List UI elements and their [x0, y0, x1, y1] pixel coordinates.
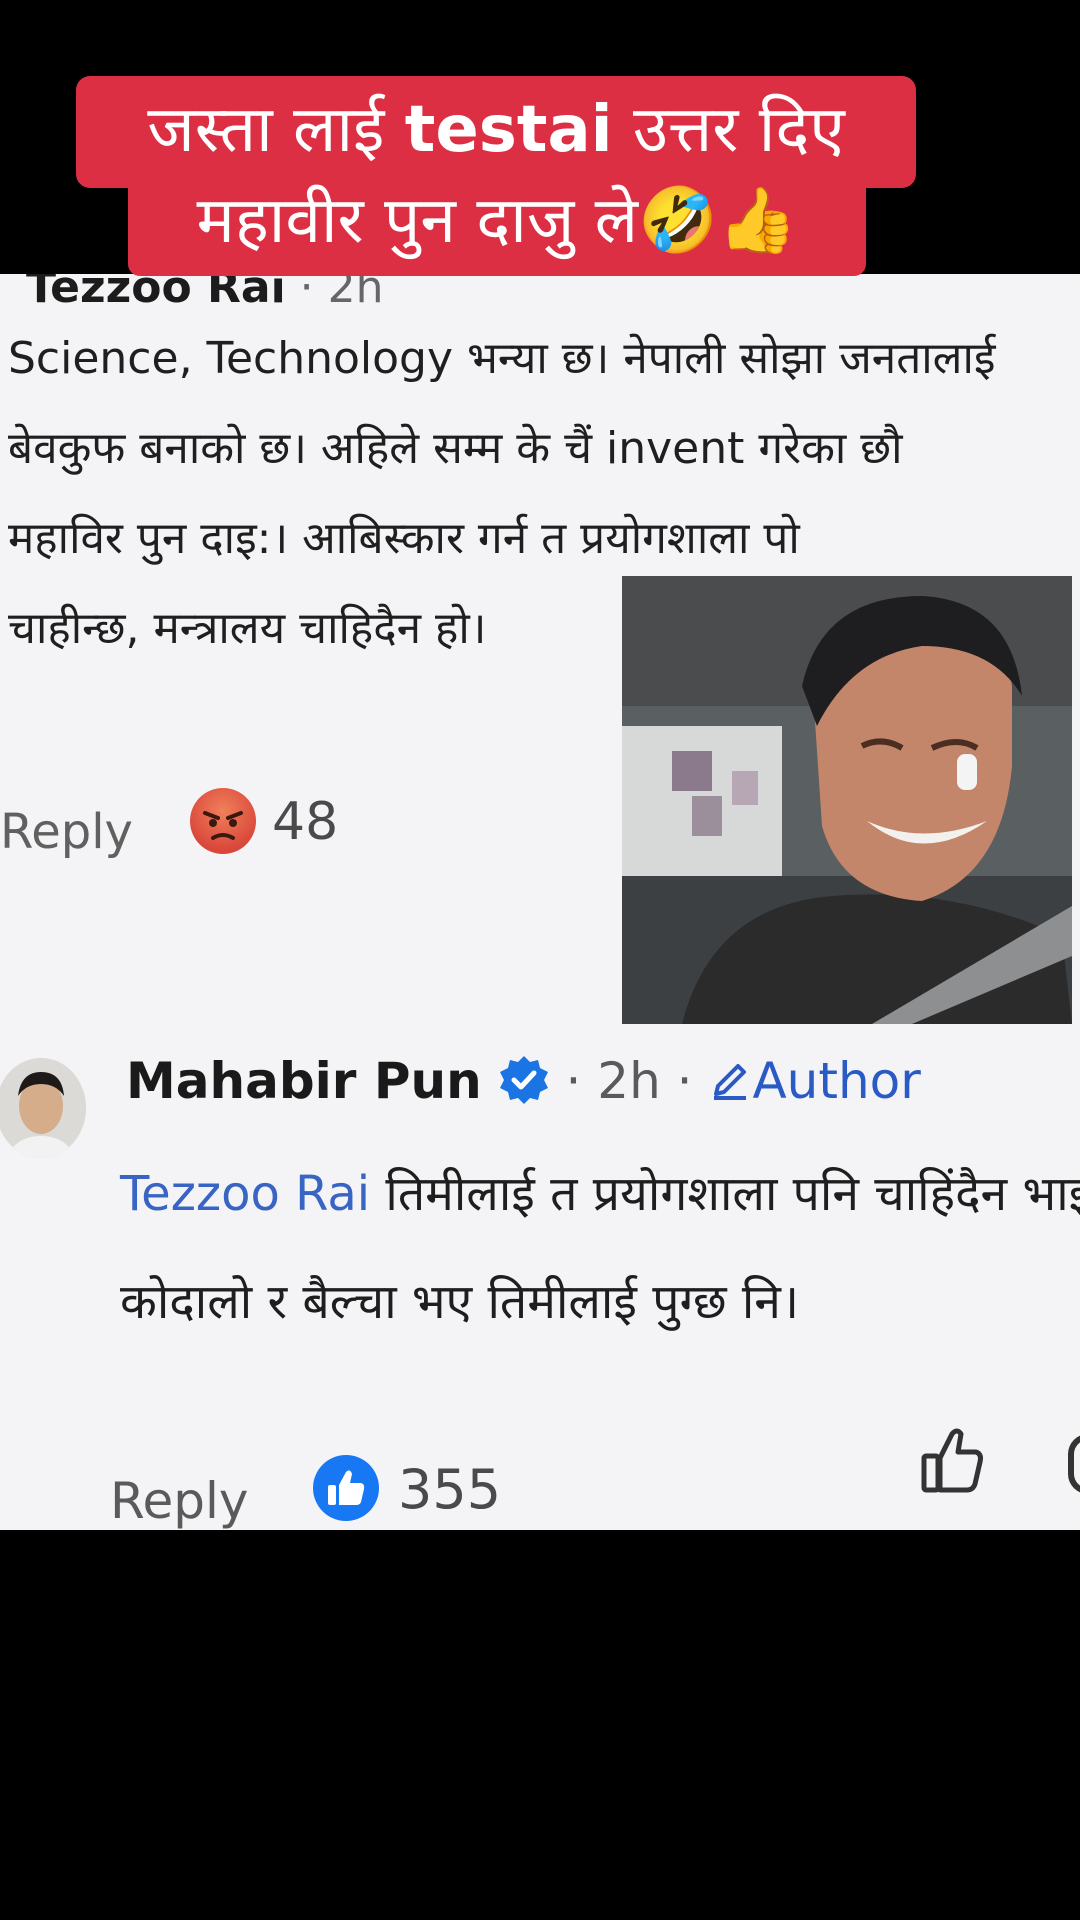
comment-1-reaction-count: 48 — [272, 792, 339, 852]
caption-line-1-part-1: जस्ता लाई — [147, 93, 405, 167]
comment-1-reply-button[interactable]: Reply — [0, 804, 133, 860]
inset-video-person — [622, 576, 1072, 1024]
caption-line-2: महावीर पुन दाजु ले🤣👍 — [128, 176, 866, 276]
comment-1-line: Science, Technology भन्या छ। नेपाली सोझा… — [8, 333, 996, 384]
avatar[interactable] — [0, 1058, 86, 1158]
caption-line-1: जस्ता लाई testai उत्तर दिए — [76, 76, 916, 188]
like-reaction-icon — [313, 1455, 379, 1521]
comment-2-text: Tezzoo Rai तिमीलाई त प्रयोगशाला पनि चाहि… — [120, 1140, 1080, 1356]
angry-reaction-icon — [190, 788, 256, 854]
caption-overlay: जस्ता लाई testai उत्तर दिए महावीर पुन दा… — [0, 0, 1080, 280]
comment-1-line: महाविर पुन दाइ:। आबिस्कार गर्न त प्रयोगश… — [8, 513, 800, 564]
comment-2-line-1-text: तिमीलाई त प्रयोगशाला पनि चाहिंदैन भाई — [370, 1166, 1080, 1222]
comment-2-reply-button[interactable]: Reply — [110, 1472, 248, 1530]
verified-badge-icon — [499, 1056, 548, 1104]
comment-screenshot: Tezzoo Rai · 2h Science, Technology भन्य… — [0, 274, 1080, 1530]
comment-1-line: बेवकुफ बनाको छ। अहिले सम्म के चैं invent… — [8, 423, 903, 474]
comment-2-reaction-count: 355 — [398, 1458, 502, 1521]
comment-2-author-name[interactable]: Mahabir Pun — [126, 1052, 482, 1110]
comment-2-line-2: कोदालो र बैल्चा भए तिमीलाई पुग्छ नि। — [120, 1274, 800, 1330]
mention-link[interactable]: Tezzoo Rai — [120, 1166, 370, 1222]
like-button-icon[interactable] — [920, 1424, 986, 1496]
comment-2-header: Mahabir Pun · 2h · Author — [126, 1052, 921, 1110]
caption-line-1-latin: testai — [404, 93, 613, 167]
video-frame: जस्ता लाई testai उत्तर दिए महावीर पुन दा… — [0, 0, 1080, 1920]
author-badge: Author — [708, 1052, 921, 1110]
cropped-icon-edge — [1068, 1434, 1080, 1494]
comment-2-time: · 2h · — [549, 1052, 709, 1110]
author-badge-label: Author — [752, 1052, 921, 1110]
comment-2-line-1: Tezzoo Rai तिमीलाई त प्रयोगशाला पनि चाहि… — [120, 1140, 1080, 1248]
pencil-icon — [714, 1064, 747, 1100]
caption-line-1-part-2: उत्तर दिए — [612, 93, 845, 167]
